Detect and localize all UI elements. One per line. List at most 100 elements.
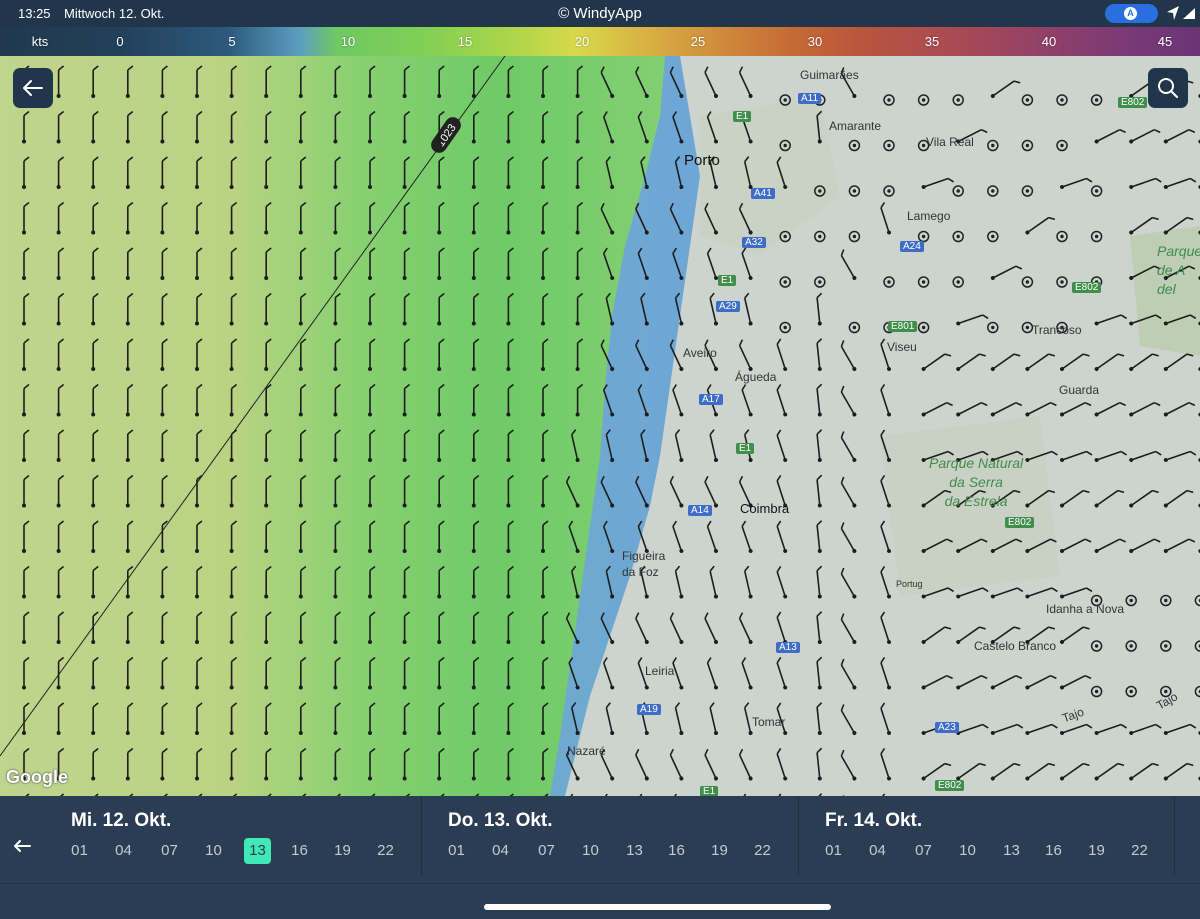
road-shield: A17 (699, 394, 723, 405)
road-shield: A23 (935, 722, 959, 733)
hour-slot[interactable]: 04 (487, 838, 514, 864)
hour-slot[interactable]: 07 (156, 838, 183, 864)
place-label: Águeda (735, 370, 777, 384)
road-shield: E801 (888, 321, 918, 332)
place-label: Coimbra (740, 501, 790, 516)
hour-slot[interactable]: 13 (621, 838, 648, 864)
place-label: Vila Real (926, 135, 974, 149)
place-label: Aveiro (683, 346, 717, 360)
day-label: Fr. 14. Okt. (825, 810, 923, 831)
place-label: Nazaré (567, 744, 606, 758)
search-button[interactable] (1148, 68, 1188, 108)
park-label-line: Parque (1157, 243, 1200, 259)
legend-tick: 35 (924, 34, 940, 49)
road-shield: A14 (688, 505, 712, 516)
location-badge: A (1105, 4, 1158, 23)
app-title: © WindyApp (558, 5, 642, 22)
signal-icon (1183, 8, 1195, 19)
place-label: Trancoso (1032, 323, 1082, 337)
park-label: Parque Natural da Serra da Estrela (929, 454, 1023, 511)
google-attribution: Google (6, 767, 68, 787)
legend-tick: 30 (807, 34, 823, 49)
legend-tick: 25 (690, 34, 706, 49)
park-label-line: del (1157, 281, 1176, 297)
hour-slot[interactable]: 01 (443, 838, 470, 864)
hour-slot[interactable]: 22 (749, 838, 776, 864)
place-label: Idanha a Nova (1046, 602, 1125, 616)
road-shield: A41 (751, 188, 775, 199)
road-shield: A19 (637, 704, 661, 715)
park-label-line: da Estrela (944, 493, 1008, 509)
day-group: Fr. 14. Okt. 01 04 07 10 13 16 19 22 (825, 796, 1165, 884)
day-divider (798, 796, 799, 876)
road-shield: E1 (700, 786, 719, 796)
hour-slot[interactable]: 22 (372, 838, 399, 864)
legend-tick: 15 (457, 34, 473, 49)
place-label: Lamego (907, 209, 951, 223)
road-shield: A29 (716, 301, 740, 312)
place-label: Guarda (1059, 383, 1100, 397)
legend-tick: 45 (1157, 34, 1173, 49)
wind-speed-legend: kts 0 5 10 15 20 25 30 35 40 45 (0, 27, 1200, 56)
forecast-timeline: Mi. 12. Okt. 01 04 07 10 13 16 19 22 Do.… (0, 796, 1200, 919)
legend-tick: 20 (574, 34, 590, 49)
place-label: Amarante (829, 119, 882, 133)
hour-slot[interactable]: 01 (66, 838, 93, 864)
road-shield: E802 (935, 780, 965, 791)
arrow-left-icon (23, 80, 43, 96)
hour-slot[interactable]: 04 (864, 838, 891, 864)
day-group: Do. 13. Okt. 01 04 07 10 13 16 19 22 (448, 796, 788, 884)
road-shield: A11 (798, 93, 822, 104)
place-label: Figueira da Foz (622, 549, 666, 579)
day-group: Mi. 12. Okt. 01 04 07 10 13 16 19 22 (71, 796, 411, 884)
wind-map[interactable]: 1023 Guimarães Amarante Vila Real Porto … (0, 56, 1200, 796)
back-button[interactable] (13, 68, 53, 108)
hour-slot[interactable]: 07 (533, 838, 560, 864)
place-label: Porto (684, 152, 720, 169)
road-shield: E802 (1005, 517, 1035, 528)
wind-overlay: 1023 (0, 56, 1200, 796)
road-shield: E802 (1118, 97, 1148, 108)
hour-slot[interactable]: 22 (1126, 838, 1153, 864)
legend-tick: 0 (116, 34, 124, 49)
road-shield: E1 (733, 111, 752, 122)
hour-slot[interactable]: 10 (577, 838, 604, 864)
hour-slot-selected[interactable]: 13 (244, 838, 271, 864)
road-shield: E1 (736, 443, 755, 454)
search-icon (1158, 78, 1178, 98)
park-label-line: de A (1157, 262, 1186, 278)
location-badge-icon: A (1124, 7, 1137, 20)
wind-speed-field (0, 56, 665, 796)
hour-slot[interactable]: 19 (329, 838, 356, 864)
hour-slot[interactable]: 07 (910, 838, 937, 864)
hour-slot[interactable]: 04 (110, 838, 137, 864)
legend-tick: 40 (1041, 34, 1057, 49)
road-shield: E1 (718, 275, 737, 286)
place-label: Castelo Branco (974, 639, 1057, 653)
legend-tick: 10 (340, 34, 356, 49)
road-shield: A32 (742, 237, 766, 248)
place-label: Viseu (887, 340, 917, 354)
hour-slot[interactable]: 01 (820, 838, 847, 864)
hour-slot[interactable]: 16 (663, 838, 690, 864)
hour-slot[interactable]: 19 (706, 838, 733, 864)
place-label: Leiria (645, 664, 675, 678)
timeline-back-arrow-icon[interactable] (10, 834, 34, 858)
hour-slot[interactable]: 10 (200, 838, 227, 864)
status-bar: 13:25 Mittwoch 12. Okt. © WindyApp A (0, 0, 1200, 27)
hour-slot[interactable]: 10 (954, 838, 981, 864)
road-shield: E802 (1072, 282, 1102, 293)
hour-slot[interactable]: 13 (998, 838, 1025, 864)
location-arrow-icon (1167, 6, 1179, 20)
legend-unit: kts (31, 34, 49, 49)
day-label: Do. 13. Okt. (448, 810, 553, 831)
hour-slot[interactable]: 19 (1083, 838, 1110, 864)
hour-slot[interactable]: 16 (1040, 838, 1067, 864)
day-divider (1174, 796, 1175, 876)
place-label: Guimarães (800, 68, 859, 82)
hour-slot[interactable]: 16 (286, 838, 313, 864)
day-divider (421, 796, 422, 876)
home-indicator[interactable] (484, 904, 831, 910)
park-label-line: Parque Natural (929, 455, 1024, 471)
road-shield: A24 (900, 241, 924, 252)
